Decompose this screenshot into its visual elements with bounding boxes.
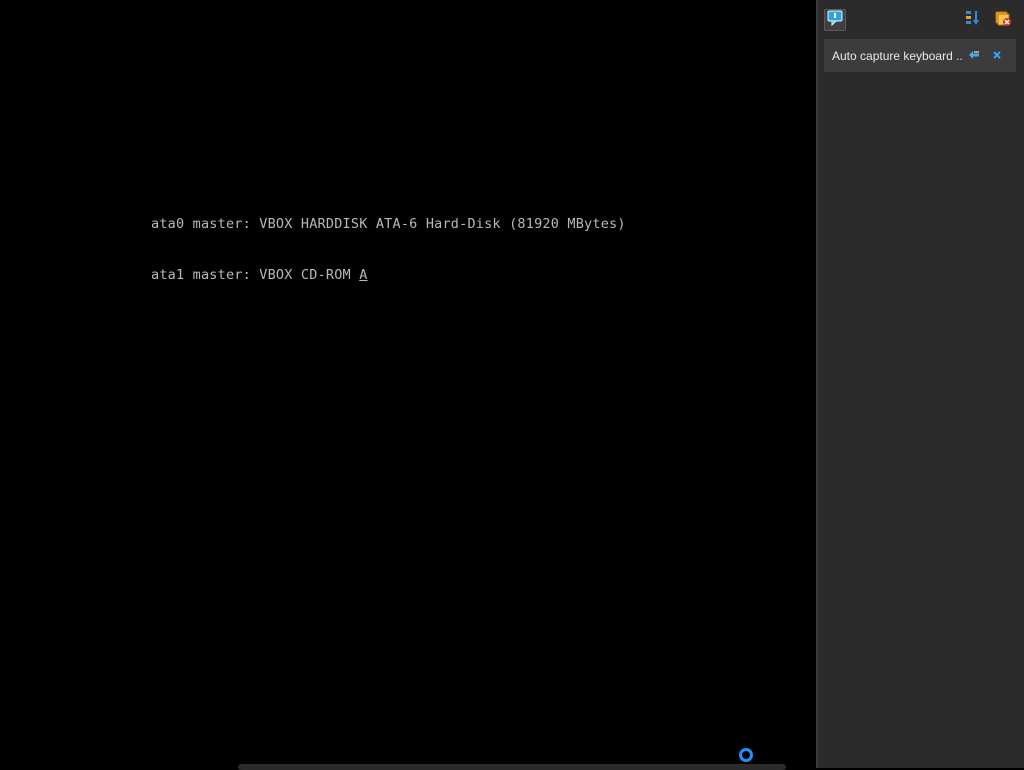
notification-toolbar (818, 0, 1024, 36)
console-line-ata0: ata0 master: VBOX HARDDISK ATA-6 Hard-Di… (151, 216, 626, 232)
console-line-ata1: ata1 master: VBOX CD-ROM A (151, 267, 626, 284)
notification-center-button[interactable] (824, 9, 846, 31)
sort-icon (964, 9, 982, 32)
console-cursor: A (359, 267, 368, 283)
vm-display[interactable]: ata0 master: VBOX HARDDISK ATA-6 Hard-Di… (0, 0, 816, 770)
notification-center-icon (827, 10, 843, 31)
console-line-ata1-text: ata1 master: VBOX CD-ROM (151, 267, 360, 283)
bios-console-output: ata0 master: VBOX HARDDISK ATA-6 Hard-Di… (151, 182, 626, 318)
toggle-details-icon[interactable] (967, 48, 981, 62)
notification-text: Auto capture keyboard ... (832, 48, 962, 63)
clear-all-icon (994, 9, 1012, 32)
bottom-toolbar-handle[interactable] (238, 764, 786, 770)
busy-spinner-icon (739, 748, 753, 762)
notification-center-panel: Auto capture keyboard ... (816, 0, 1024, 768)
clear-all-notifications-button[interactable] (992, 9, 1014, 31)
close-icon[interactable] (990, 48, 1004, 62)
sort-notifications-button[interactable] (962, 9, 984, 31)
notification-item[interactable]: Auto capture keyboard ... (824, 39, 1016, 72)
